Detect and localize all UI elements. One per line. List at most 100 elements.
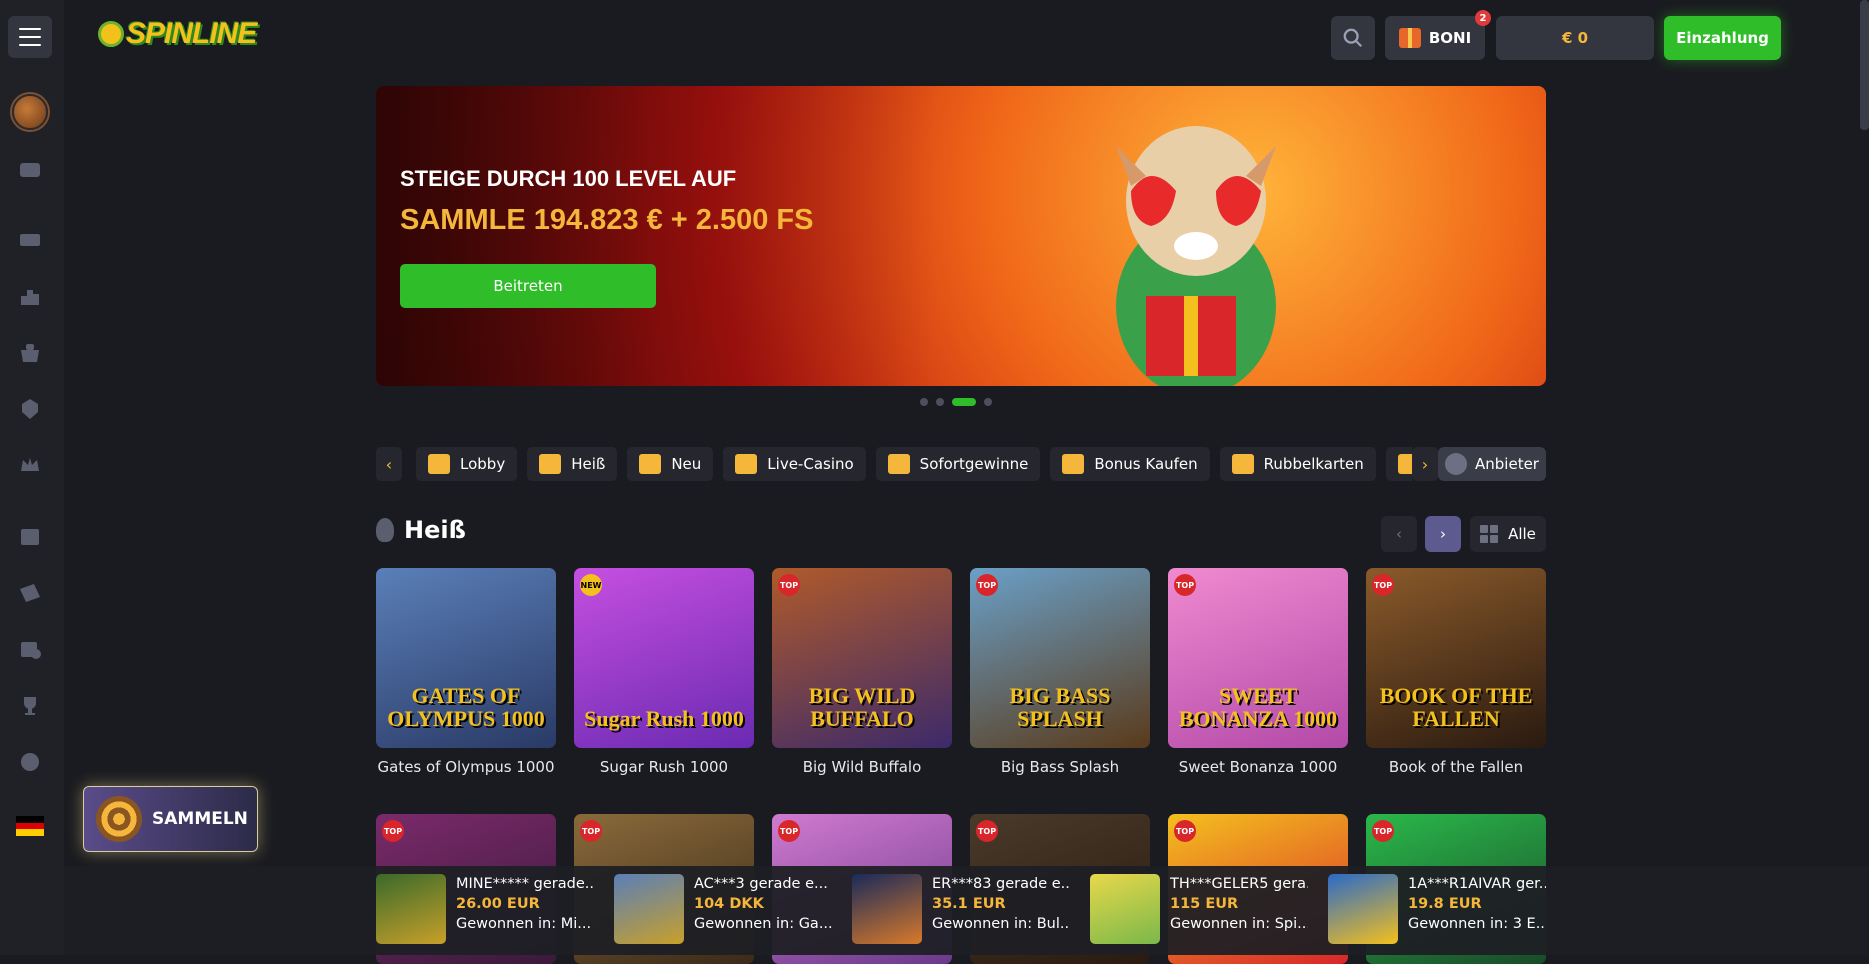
grid-icon [1480,525,1499,543]
shop-basket-icon[interactable] [16,339,44,367]
games-prev-button[interactable]: ‹ [1381,516,1417,552]
game-title[interactable]: Sugar Rush 1000 [574,758,754,776]
crown-icon[interactable] [16,451,44,479]
game-badge: NEW [580,574,602,596]
show-all-button[interactable]: Alle [1470,516,1546,552]
promotions-icon[interactable] [16,226,44,254]
game-badge: TOP [382,820,404,842]
scratch-card-icon [1231,454,1254,474]
category-tab[interactable]: Neu [627,447,714,481]
winner-item[interactable]: MINE***** gerade... 26.00 EUR Gewonnen in:… [376,874,594,944]
providers-button[interactable]: Anbieter [1438,447,1546,481]
balance-display[interactable]: € 0 [1496,16,1654,60]
category-tab[interactable]: Sofortgewinne [875,447,1041,481]
promo-banner[interactable]: STEIGE DURCH 100 LEVEL AUF SAMMLE 194.82… [376,86,1546,386]
game-title[interactable]: Big Wild Buffalo [772,758,952,776]
leaderboard-icon[interactable] [16,282,44,310]
game-badge: TOP [778,820,800,842]
winner-amount: 35.1 EUR [932,896,1006,912]
game-card[interactable]: NEW Sugar Rush 1000 Sugar Rush 1000 [574,568,754,776]
category-label: Heiß [571,455,606,473]
winner-amount: 104 DKK [694,896,764,912]
winner-game-thumbnail[interactable] [852,874,922,944]
game-card[interactable]: TOP BOOK OF THE FALLEN Book of the Fallen [1366,568,1546,776]
category-label: Rubbelkarten [1263,455,1364,473]
winner-info: AC***3 gerade e... 104 DKK Gewonnen in: Ga… [694,874,832,944]
game-thumbnail[interactable]: TOP BIG WILD BUFFALO [772,568,952,748]
game-title[interactable]: Big Bass Splash [970,758,1150,776]
brand-logo[interactable]: SPINLINE [98,14,257,54]
category-tab[interactable]: Lobby [416,447,518,481]
banner-dot[interactable] [936,398,944,406]
page-scrollbar[interactable] [1860,0,1869,130]
lightning-icon [887,454,910,474]
game-title[interactable]: Sweet Bonanza 1000 [1168,758,1348,776]
ticket-icon[interactable] [16,579,44,607]
winner-item[interactable]: ER***83 gerade e... 35.1 EUR Gewonnen in: … [852,874,1070,944]
collect-reward-button[interactable]: SAMMELN [83,786,258,852]
category-tab[interactable]: Live-Casino [723,447,866,481]
winner-game-thumbnail[interactable] [1090,874,1160,944]
categories-next-button[interactable]: › [1412,447,1438,481]
banner-dot-active[interactable] [952,398,976,406]
winner-item[interactable]: AC***3 gerade e... 104 DKK Gewonnen in: Ga… [614,874,832,944]
winner-user: 1A***R1AIVAR ger... [1408,876,1546,892]
winner-user: AC***3 gerade e... [694,876,828,892]
diamond-icon [639,454,662,474]
game-thumbnail[interactable]: TOP BOOK OF THE FALLEN [1366,568,1546,748]
deposit-button[interactable]: Einzahlung [1664,16,1781,60]
banner-pagination [920,398,992,406]
game-badge: TOP [976,574,998,596]
winner-item[interactable]: TH***GELER5 gera... 115 EUR Gewonnen in: S… [1090,874,1308,944]
game-thumbnail[interactable]: GATES OF OLYMPUS 1000 [376,568,556,748]
winner-game-thumbnail[interactable] [376,874,446,944]
game-title[interactable]: Book of the Fallen [1366,758,1546,776]
menu-toggle-button[interactable] [8,16,52,58]
game-logo-art: BOOK OF THE FALLEN [1379,682,1533,731]
winner-item[interactable]: 1A***R1AIVAR ger... 19.8 EUR Gewonnen in: … [1328,874,1546,944]
trophy-icon[interactable] [16,692,44,720]
game-card[interactable]: TOP SWEET BONANZA 1000 Sweet Bonanza 1000 [1168,568,1348,776]
game-thumbnail[interactable]: NEW Sugar Rush 1000 [574,568,754,748]
category-label: Lobby [460,455,506,473]
game-title[interactable]: Gates of Olympus 1000 [376,758,556,776]
target-icon[interactable] [16,748,44,776]
winner-game: Gewonnen in: Ga... [694,916,832,932]
game-thumbnail[interactable]: TOP SWEET BONANZA 1000 [1168,568,1348,748]
game-thumbnail[interactable]: TOP BIG BASS SPLASH [970,568,1150,748]
live-icon [735,454,758,474]
game-badge: TOP [778,574,800,596]
join-button[interactable]: Beitreten [400,264,656,308]
fire-icon [376,518,394,542]
provider-icon [1445,453,1468,475]
banner-headline: STEIGE DURCH 100 LEVEL AUF [400,166,737,191]
category-tab[interactable]: Bonus Kaufen [1050,447,1210,481]
categories-prev-button[interactable]: ‹ [376,447,402,481]
category-bar: ‹ Lobby Heiß Neu Live-Casino Sofortgewinne Bo… [376,447,1546,483]
user-avatar[interactable] [10,92,50,132]
wallet-icon[interactable] [16,155,44,183]
games-row: GATES OF OLYMPUS 1000 Gates of Olympus 10… [376,568,1546,776]
winner-game-thumbnail[interactable] [614,874,684,944]
bonus-button[interactable]: BONI 2 [1385,10,1491,60]
banner-dot[interactable] [920,398,928,406]
category-label: Live-Casino [767,455,854,473]
providers-label: Anbieter [1475,455,1539,473]
category-tab[interactable]: Rubbelkarten [1219,447,1376,481]
game-logo-art: BIG WILD BUFFALO [808,682,916,731]
games-next-button[interactable]: › [1425,516,1461,552]
game-card[interactable]: TOP BIG BASS SPLASH Big Bass Splash [970,568,1150,776]
game-card[interactable]: TOP BIG WILD BUFFALO Big Wild Buffalo [772,568,952,776]
banner-dot[interactable] [984,398,992,406]
category-tab[interactable]: I [1385,447,1412,481]
tournament-calendar-icon[interactable] [16,635,44,663]
cards-icon [1397,454,1412,474]
winner-info: TH***GELER5 gera... 115 EUR Gewonnen in: S… [1170,874,1308,944]
winner-game-thumbnail[interactable] [1328,874,1398,944]
game-card[interactable]: GATES OF OLYMPUS 1000 Gates of Olympus 10… [376,568,556,776]
vip-badge-icon[interactable] [16,395,44,423]
calendar-icon[interactable] [16,522,44,550]
search-button[interactable] [1331,16,1375,60]
category-tab[interactable]: Heiß [527,447,618,481]
language-flag-de-icon[interactable] [16,812,44,840]
